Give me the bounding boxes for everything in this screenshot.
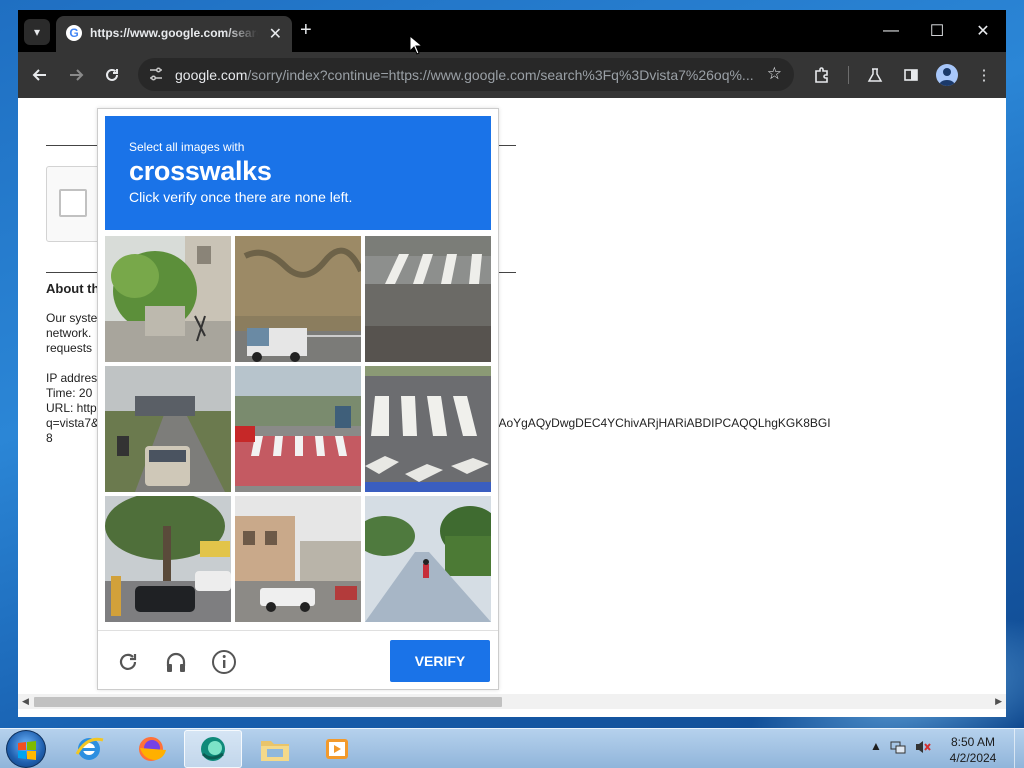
captcha-image-grid [105,236,491,622]
media-player-icon[interactable] [308,730,366,768]
scroll-left-icon[interactable]: ◀ [22,696,29,707]
windows-taskbar: ▲ 8:50 AM 4/2/2024 [0,728,1024,768]
captcha-tile-5[interactable] [235,366,361,492]
show-desktop-button[interactable] [1014,729,1024,768]
captcha-subinstruction: Click verify once there are none left. [129,189,353,205]
new-tab-button[interactable]: + [300,20,312,40]
clock-date: 4/2/2024 [949,751,997,765]
recaptcha-checkbox[interactable] [59,189,87,217]
url-host: google.com [175,67,248,83]
site-info-icon[interactable] [148,66,164,85]
show-hidden-icons-icon[interactable]: ▲ [870,739,882,753]
browser-app-icon[interactable] [184,730,242,768]
captcha-challenge: Select all images with crosswalks Click … [97,108,499,690]
extensions-puzzle-icon[interactable] [811,64,833,86]
captcha-tile-6[interactable] [365,366,491,492]
google-favicon-icon: G [66,25,82,41]
captcha-tile-1[interactable] [105,236,231,362]
back-arrow-icon[interactable] [29,64,51,86]
close-window-button[interactable]: ✕ [960,18,1006,44]
mouse-cursor-icon [409,35,423,55]
labs-flask-icon[interactable] [864,64,886,86]
scroll-right-icon[interactable]: ▶ [995,696,1002,707]
tab-strip: ▾ G https://www.google.com/search ✕ + — … [18,10,1006,52]
scrollbar-thumb[interactable] [34,697,502,707]
active-tab[interactable]: G https://www.google.com/search ✕ [56,16,292,52]
toolbar-divider [848,66,849,84]
info-icon[interactable] [210,648,238,676]
clock-time: 8:50 AM [950,735,996,749]
horizontal-scrollbar[interactable]: ◀ ▶ [18,694,1006,709]
firefox-icon[interactable] [122,730,180,768]
captcha-instruction: Select all images with [129,140,245,154]
network-icon[interactable] [890,739,906,758]
browser-toolbar: google.com/sorry/index?continue=https://… [18,52,1006,98]
captcha-keyword: crosswalks [129,156,272,186]
captcha-tile-8[interactable] [235,496,361,622]
minimize-button[interactable]: — [868,18,914,44]
captcha-tile-2[interactable] [235,236,361,362]
bookmark-star-icon[interactable]: ☆ [767,64,782,84]
forward-arrow-icon[interactable] [65,64,87,86]
address-bar[interactable]: google.com/sorry/index?continue=https://… [138,58,794,91]
about-heading: About th [46,281,100,296]
reload-icon[interactable] [101,64,123,86]
captcha-tile-7[interactable] [105,496,231,622]
url-path: /sorry/index?continue=https://www.google… [247,67,754,83]
captcha-tile-3[interactable] [365,236,491,362]
chevron-down-icon: ▾ [33,25,41,39]
reload-challenge-icon[interactable] [114,648,142,676]
side-panel-icon[interactable] [900,64,922,86]
captcha-header: Select all images with crosswalks Click … [105,116,491,230]
more-menu-icon[interactable]: ⋮ [973,64,995,86]
url-text[interactable]: google.com/sorry/index?continue=https://… [175,67,755,83]
start-button[interactable] [6,730,46,768]
profile-avatar-icon[interactable] [936,64,958,86]
verify-button[interactable]: VERIFY [390,640,490,682]
captcha-footer: VERIFY [98,630,498,689]
tab-close-icon[interactable]: ✕ [269,24,282,44]
tab-title: https://www.google.com/search [90,26,258,40]
internet-explorer-icon[interactable] [60,730,118,768]
tab-search-button[interactable]: ▾ [24,19,50,45]
captcha-tile-4[interactable] [105,366,231,492]
captcha-tile-9[interactable] [365,496,491,622]
audio-challenge-headphones-icon[interactable] [162,648,190,676]
file-explorer-icon[interactable] [246,730,304,768]
system-clock[interactable]: 8:50 AM 4/2/2024 [938,734,1008,766]
volume-muted-icon[interactable] [914,739,932,758]
maximize-button[interactable]: ☐ [914,18,960,44]
